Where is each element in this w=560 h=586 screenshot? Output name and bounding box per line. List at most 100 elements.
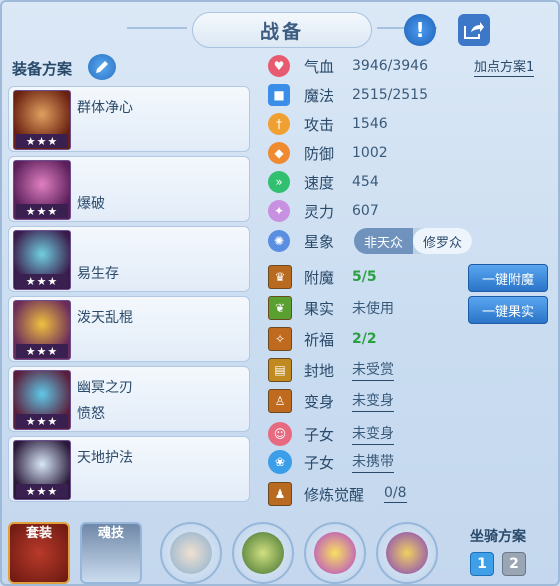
stat-label: 魔法 xyxy=(304,86,335,105)
stat-value: 1002 xyxy=(352,145,388,161)
crescent-skill-icon xyxy=(386,532,428,574)
window-title: 战备 xyxy=(259,20,304,43)
stat-value: 3946/3946 xyxy=(352,58,428,74)
stat-value: 454 xyxy=(352,174,379,190)
burst-skill-icon xyxy=(314,532,356,574)
one-click-fruit-button[interactable]: 一键果实 xyxy=(468,296,548,324)
title-bar: 战备 xyxy=(127,12,437,48)
transform-icon: ♙ xyxy=(268,389,292,413)
extra-row-child-1: ☺ 子女 未变身 xyxy=(268,420,394,448)
soul-skill-label: 魂技 xyxy=(97,526,124,541)
set-label: 套装 xyxy=(25,526,52,541)
stat-row-spirit: ✦ 灵力 607 xyxy=(268,197,379,225)
extra-row-child-2: ❀ 子女 未携带 xyxy=(268,448,394,476)
toggle-option-off[interactable]: 非天众 xyxy=(354,228,413,254)
extra-label: 附魔 xyxy=(304,268,335,287)
mana-icon: ■ xyxy=(268,84,290,106)
stat-label: 气血 xyxy=(304,57,335,76)
stat-label: 攻击 xyxy=(304,115,335,134)
extra-value: 0/8 xyxy=(384,485,407,503)
stat-row-speed: » 速度 454 xyxy=(268,168,379,196)
blade-skill-icon xyxy=(242,532,284,574)
star-sign-toggle[interactable]: 非天众 修罗众 xyxy=(354,228,472,254)
fruit-icon: ❦ xyxy=(268,296,292,320)
equip-plan-item[interactable]: ★★★ 爆破 xyxy=(8,156,250,222)
equip-plan-item[interactable]: ★★★ 泼天乱棍 xyxy=(8,296,250,362)
equip-thumbnail: ★★★ xyxy=(13,230,71,290)
equip-plan-item[interactable]: ★★★ 天地护法 xyxy=(8,436,250,502)
extra-label: 封地 xyxy=(304,361,335,380)
spirit-icon: ✦ xyxy=(268,200,290,222)
title-decoration-left xyxy=(127,27,187,29)
battle-prep-panel: 战备 ! 装备方案 ★★★ 群体净心 ★★★ 爆破 ★★★ 易生存 ★★★ 泼天… xyxy=(0,0,560,586)
equip-plan-subtitle: 愤怒 xyxy=(77,406,105,422)
mount-plan-label: 坐骑方案 xyxy=(470,529,526,545)
star-rating: ★★★ xyxy=(16,204,68,218)
pencil-icon xyxy=(96,61,108,73)
star-rating: ★★★ xyxy=(16,344,68,358)
equip-plan-name: 群体净心 xyxy=(77,100,133,116)
skill-slot[interactable] xyxy=(160,522,222,584)
info-button[interactable]: ! xyxy=(404,14,436,46)
equip-thumbnail: ★★★ xyxy=(13,370,71,430)
extra-row-blessing: ✧ 祈福 2/2 xyxy=(268,325,377,353)
stat-value: 607 xyxy=(352,203,379,219)
equip-thumbnail: ★★★ xyxy=(13,440,71,500)
paw-icon: ❀ xyxy=(268,450,292,474)
set-button[interactable]: 套装 xyxy=(8,522,70,584)
equip-plan-name: 泼天乱棍 xyxy=(77,310,133,326)
stat-row-hp: ♥ 气血 3946/3946 xyxy=(268,52,428,80)
equip-plan-item[interactable]: ★★★ 幽冥之刃 愤怒 xyxy=(8,366,250,432)
equip-plan-label: 装备方案 xyxy=(12,60,73,78)
extra-label: 祈福 xyxy=(304,330,335,349)
equip-plan-item[interactable]: ★★★ 群体净心 xyxy=(8,86,250,152)
toggle-option-on[interactable]: 修罗众 xyxy=(413,228,472,254)
extra-value: 5/5 xyxy=(352,269,377,285)
child-icon: ☺ xyxy=(268,422,292,446)
edit-plan-button[interactable] xyxy=(88,54,116,80)
blessing-icon: ✧ xyxy=(268,327,292,351)
equip-thumbnail: ★★★ xyxy=(13,160,71,220)
stat-row-attack: † 攻击 1546 xyxy=(268,110,388,138)
skill-slot[interactable] xyxy=(304,522,366,584)
equip-plan-item[interactable]: ★★★ 易生存 xyxy=(8,226,250,292)
extra-label: 变身 xyxy=(304,392,335,411)
equip-thumbnail: ★★★ xyxy=(13,90,71,150)
equip-plan-name: 幽冥之刃 xyxy=(77,380,133,396)
stat-label: 星象 xyxy=(304,232,335,251)
skill-slot[interactable] xyxy=(376,522,438,584)
equip-plan-name: 易生存 xyxy=(77,266,119,282)
star-rating: ★★★ xyxy=(16,484,68,498)
share-button[interactable] xyxy=(458,14,490,46)
extra-value: 2/2 xyxy=(352,331,377,347)
mount-plan-1-button[interactable]: 1 xyxy=(470,552,494,576)
stat-label: 防御 xyxy=(304,144,335,163)
extra-label: 果实 xyxy=(304,299,335,318)
one-click-enchant-button[interactable]: 一键附魔 xyxy=(468,264,548,292)
skill-slot[interactable] xyxy=(232,522,294,584)
equip-plan-list: ★★★ 群体净心 ★★★ 爆破 ★★★ 易生存 ★★★ 泼天乱棍 ★★★ 幽冥之… xyxy=(8,86,250,506)
extra-row-transform: ♙ 变身 未变身 xyxy=(268,387,394,415)
fief-icon: ▤ xyxy=(268,358,292,382)
soul-skill-button[interactable]: 魂技 xyxy=(80,522,142,584)
extra-label: 子女 xyxy=(304,425,335,444)
star-sign-icon: ✺ xyxy=(268,230,290,252)
stat-row-defense: ◆ 防御 1002 xyxy=(268,139,388,167)
extra-value: 未使用 xyxy=(352,301,394,317)
attribute-plan-button[interactable]: 加点方案1 xyxy=(474,56,535,77)
stat-row-star: ✺ 星象 xyxy=(268,227,352,255)
extra-row-enchant: ♛ 附魔 5/5 xyxy=(268,263,377,291)
extra-value: 未变身 xyxy=(352,423,394,445)
star-rating: ★★★ xyxy=(16,414,68,428)
stat-value: 2515/2515 xyxy=(352,87,428,103)
extra-value: 未携带 xyxy=(352,451,394,473)
fist-skill-icon xyxy=(170,532,212,574)
share-icon xyxy=(464,22,484,39)
extra-row-fief: ▤ 封地 未受赏 xyxy=(268,356,394,384)
equip-plan-name: 天地护法 xyxy=(77,450,133,466)
mount-plan-2-button[interactable]: 2 xyxy=(502,552,526,576)
awakening-icon: ♟ xyxy=(268,482,292,506)
extra-label: 修炼觉醒 xyxy=(304,485,365,504)
extra-row-fruit: ❦ 果实 未使用 xyxy=(268,294,394,322)
extra-row-awakening: ♟ 修炼觉醒 0/8 xyxy=(268,480,407,508)
